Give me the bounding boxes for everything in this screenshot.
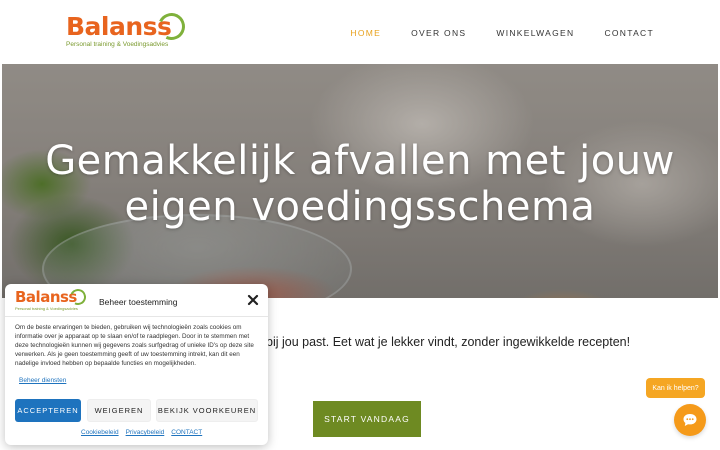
cookie-logo-tagline: Personal training & Voedingsadvies: [15, 306, 78, 311]
cookie-consent-dialog: Balanss Personal training & Voedingsadvi…: [5, 284, 268, 445]
cookie-title: Beheer toestemming: [99, 297, 178, 307]
hero-title-line2: eigen voedingsschema: [124, 184, 596, 230]
page: Balanss Personal training & Voedingsadvi…: [0, 0, 720, 450]
close-icon[interactable]: [246, 293, 260, 307]
chat-help-bubble[interactable]: Kan ik helpen?: [646, 378, 705, 398]
site-logo[interactable]: Balanss Personal training & Voedingsadvi…: [66, 9, 189, 54]
nav-winkelwagen[interactable]: WINKELWAGEN: [496, 28, 574, 38]
main-nav: HOME OVER ONS WINKELWAGEN CONTACT: [350, 28, 654, 38]
cookie-divider: [5, 316, 268, 317]
hero-title: Gemakkelijk afvallen met jouw eigen voed…: [2, 138, 718, 230]
chat-button[interactable]: [674, 404, 706, 436]
view-preferences-button[interactable]: BEKIJK VOORKEUREN: [156, 399, 258, 422]
site-header: Balanss Personal training & Voedingsadvi…: [0, 0, 720, 64]
accept-button[interactable]: ACCEPTEREN: [15, 399, 81, 422]
cookie-logo: Balanss Personal training & Voedingsadvi…: [15, 286, 95, 315]
deny-button[interactable]: WEIGEREN: [87, 399, 151, 422]
logo-tagline: Personal training & Voedingsadvies: [66, 41, 169, 48]
chat-icon: [683, 414, 697, 426]
hero-title-line1: Gemakkelijk afvallen met jouw: [45, 138, 675, 184]
cookie-footer-links: Cookiebeleid Privacybeleid CONTACT: [81, 429, 202, 436]
intro-tagline: bij jou past. Eet wat je lekker vindt, z…: [266, 335, 631, 349]
cookie-policy-link[interactable]: Cookiebeleid: [81, 429, 119, 436]
nav-over-ons[interactable]: OVER ONS: [411, 28, 466, 38]
privacy-policy-link[interactable]: Privacybeleid: [126, 429, 165, 436]
nav-home[interactable]: HOME: [350, 28, 381, 38]
manage-services-link[interactable]: Beheer diensten: [19, 377, 66, 384]
hero-banner: Gemakkelijk afvallen met jouw eigen voed…: [2, 64, 718, 298]
contact-link[interactable]: CONTACT: [171, 429, 202, 436]
nav-contact[interactable]: CONTACT: [604, 28, 654, 38]
cookie-body-text: Om de beste ervaringen te bieden, gebrui…: [15, 324, 254, 367]
start-vandaag-button[interactable]: START VANDAAG: [313, 401, 421, 437]
